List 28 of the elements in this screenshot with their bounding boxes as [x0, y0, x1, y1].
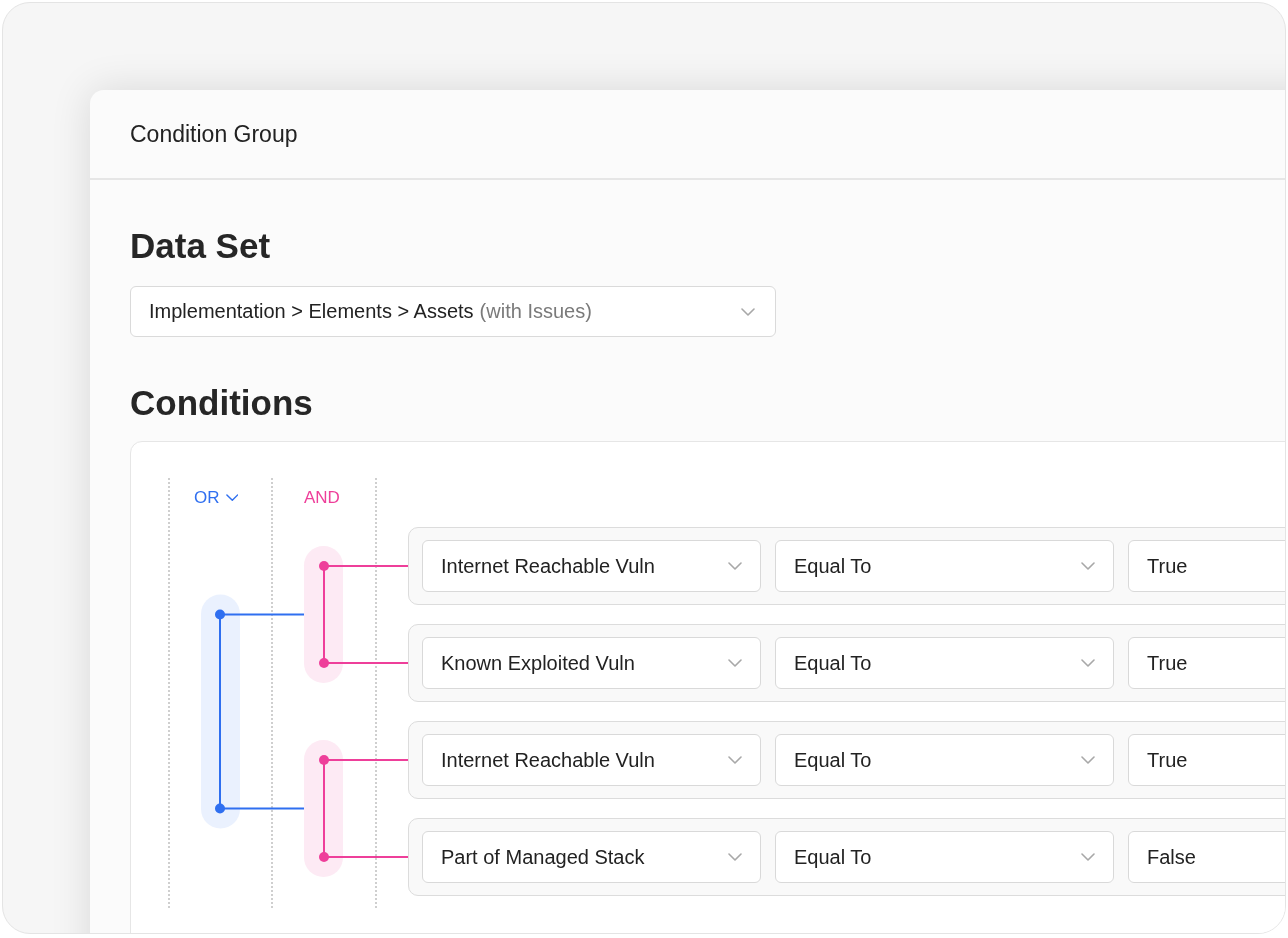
section-heading: Conditions — [130, 382, 314, 424]
or-operator-dropdown[interactable]: OR — [169, 488, 272, 508]
field-select[interactable]: Internet Reachable Vuln — [422, 734, 761, 786]
operator-select[interactable]: Equal To — [775, 831, 1114, 883]
chevron-icon — [741, 307, 755, 316]
chevron-icon — [1081, 659, 1095, 667]
chevron-icon — [728, 659, 742, 667]
panel-title: Condition Group — [130, 120, 298, 148]
chevron-icon — [728, 853, 742, 861]
field-select[interactable]: Part of Managed Stack — [422, 831, 761, 883]
chevron-icon — [1081, 756, 1095, 764]
value-field[interactable]: True — [1128, 540, 1285, 592]
chevron-icon — [1081, 562, 1095, 570]
operator-select[interactable]: Equal To — [775, 540, 1114, 592]
value-field[interactable]: True — [1128, 637, 1285, 689]
chevron-icon — [728, 756, 742, 764]
chevron-icon — [1081, 853, 1095, 861]
data-set-select[interactable]: Implementation > Elements > Assets (with Issues) — [130, 286, 776, 337]
field-select[interactable]: Internet Reachable Vuln — [422, 540, 761, 592]
section-heading: Data Set — [130, 225, 272, 267]
and-operator-label: AND — [303, 488, 341, 508]
value-field[interactable]: False — [1128, 831, 1285, 883]
field-select[interactable]: Known Exploited Vuln — [422, 637, 761, 689]
operator-select[interactable]: Equal To — [775, 637, 1114, 689]
chevron-icon — [728, 562, 742, 570]
operator-select[interactable]: Equal To — [775, 734, 1114, 786]
chevron-icon — [225, 494, 239, 502]
value-field[interactable]: True — [1128, 734, 1285, 786]
